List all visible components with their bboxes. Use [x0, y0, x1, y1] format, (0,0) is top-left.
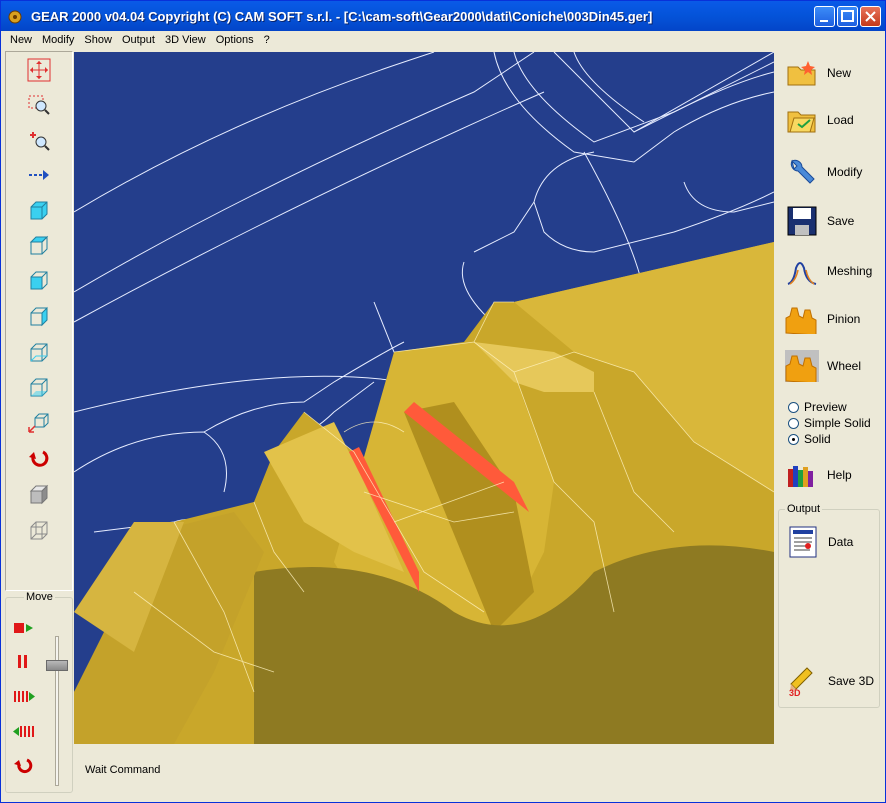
wrench-icon: [785, 155, 819, 189]
menu-3d-view[interactable]: 3D View: [160, 31, 211, 50]
wheel-label: Wheel: [827, 359, 862, 373]
status-text: Wait Command: [85, 764, 161, 776]
pinion-label: Pinion: [827, 312, 861, 326]
preview-radio-circle[interactable]: [788, 401, 799, 413]
menu-bar: New Modify Show Output 3D View Options ?: [1, 31, 885, 50]
left-toolbar: [5, 51, 73, 591]
solid-label: Solid: [804, 432, 831, 446]
new-label: New: [827, 66, 852, 80]
stop-play-icon[interactable]: [13, 618, 35, 640]
forward-icon[interactable]: [13, 686, 35, 708]
save-3d-icon: 3D: [786, 664, 820, 698]
menu-show[interactable]: Show: [79, 31, 117, 50]
view-back-icon[interactable]: [25, 339, 53, 367]
load-button[interactable]: Load: [785, 100, 881, 140]
move-group: Move: [5, 591, 73, 793]
close-button[interactable]: [860, 6, 881, 27]
save-button[interactable]: Save: [785, 201, 881, 241]
preview-radio[interactable]: Preview: [788, 400, 847, 414]
output-label: Output: [785, 503, 823, 515]
simple-solid-radio-circle[interactable]: [788, 417, 799, 429]
reset-rotate-icon[interactable]: [25, 445, 53, 473]
save-3d-label: Save 3D: [828, 674, 875, 688]
save-3d-button[interactable]: 3D Save 3D: [786, 661, 882, 701]
move-arrow-icon[interactable]: [25, 161, 53, 189]
pinion-icon: [785, 302, 819, 336]
view-top-icon[interactable]: [25, 232, 53, 260]
help-label: Help: [827, 468, 852, 482]
pinion-button[interactable]: Pinion: [785, 299, 881, 339]
new-button[interactable]: New: [785, 53, 881, 93]
modify-label: Modify: [827, 165, 863, 179]
document-icon: [786, 525, 820, 559]
help-button[interactable]: Help: [785, 455, 881, 495]
wheel-button[interactable]: Wheel: [785, 346, 881, 386]
floppy-icon: [785, 204, 819, 238]
right-toolbar: New Load Modify Save Meshing Pinion Whee…: [777, 53, 881, 493]
window-title: GEAR 2000 v04.04 Copyright (C) CAM SOFT …: [31, 9, 653, 24]
load-label: Load: [827, 113, 854, 127]
backward-icon[interactable]: [13, 721, 35, 743]
pause-icon[interactable]: [13, 651, 35, 673]
speed-slider-thumb[interactable]: [46, 660, 68, 671]
wheel-icon: [785, 349, 819, 383]
simple-solid-label: Simple Solid: [804, 416, 871, 430]
simple-solid-radio[interactable]: Simple Solid: [788, 416, 871, 430]
view-front-icon[interactable]: [25, 197, 53, 225]
rewind-icon[interactable]: [13, 755, 35, 777]
svg-text:3D: 3D: [789, 688, 801, 696]
meshing-button[interactable]: Meshing: [785, 251, 881, 291]
folder-new-icon: [785, 56, 819, 90]
output-group: Output Data 3D Save 3D: [778, 503, 882, 708]
app-window: GEAR 2000 v04.04 Copyright (C) CAM SOFT …: [0, 0, 886, 803]
view-iso-icon[interactable]: [25, 408, 53, 436]
minimize-button[interactable]: [814, 6, 835, 27]
zoom-window-icon[interactable]: [25, 91, 53, 119]
speed-slider-track[interactable]: [55, 636, 59, 786]
view-side-icon[interactable]: [25, 267, 53, 295]
title-bar: GEAR 2000 v04.04 Copyright (C) CAM SOFT …: [1, 1, 885, 31]
menu-options[interactable]: Options: [211, 31, 259, 50]
view-right-icon[interactable]: [25, 303, 53, 331]
solid-radio-circle[interactable]: [788, 433, 799, 445]
wire-cube-icon[interactable]: [25, 517, 53, 545]
save-label: Save: [827, 214, 855, 228]
data-label: Data: [828, 535, 854, 549]
modify-button[interactable]: Modify: [785, 152, 881, 192]
menu-new[interactable]: New: [5, 31, 37, 50]
view-bottom-icon[interactable]: [25, 374, 53, 402]
folder-open-icon: [785, 103, 819, 137]
3d-viewport[interactable]: [74, 52, 774, 744]
gear-app-icon: [8, 10, 22, 24]
gear-mesh-render: [74, 52, 774, 744]
menu-output[interactable]: Output: [117, 31, 160, 50]
move-label: Move: [24, 591, 55, 603]
solid-radio[interactable]: Solid: [788, 432, 831, 446]
menu-modify[interactable]: Modify: [37, 31, 79, 50]
meshing-icon: [785, 254, 819, 288]
maximize-button[interactable]: [837, 6, 858, 27]
pan-icon[interactable]: [25, 56, 53, 84]
preview-label: Preview: [804, 400, 847, 414]
data-button[interactable]: Data: [786, 522, 882, 562]
solid-cube-icon[interactable]: [25, 481, 53, 509]
zoom-in-out-icon[interactable]: [25, 126, 53, 154]
meshing-label: Meshing: [827, 264, 873, 278]
menu-help[interactable]: ?: [259, 31, 275, 50]
books-icon: [785, 458, 819, 492]
